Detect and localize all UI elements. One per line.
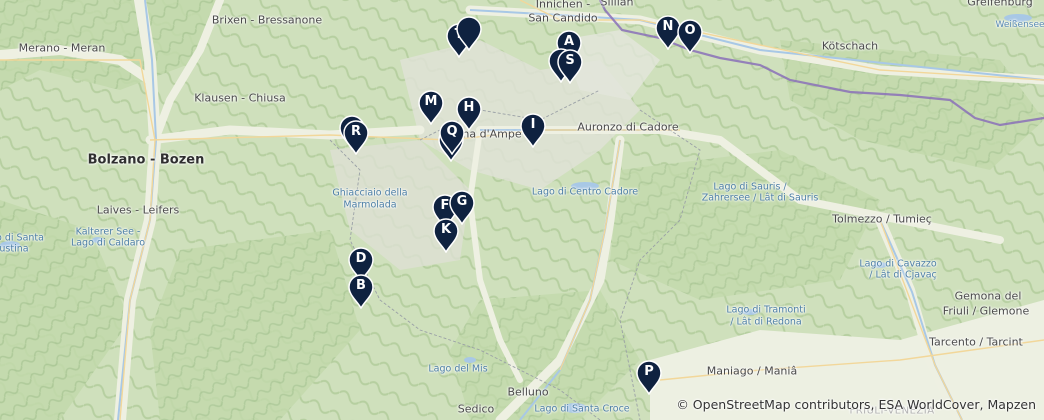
marker-label: H xyxy=(463,100,475,115)
map-canvas[interactable]: Innichen - San Candido Sillian Greifenbu… xyxy=(0,0,1044,420)
marker-label: M xyxy=(424,94,438,109)
map-attribution[interactable]: © OpenStreetMap contributors, ESA WorldC… xyxy=(676,397,1036,412)
terrain-layer xyxy=(0,0,1044,420)
marker-label: G xyxy=(456,194,468,209)
map-marker[interactable]: B xyxy=(347,273,375,309)
marker-label: B xyxy=(356,278,366,293)
marker-label: P xyxy=(644,364,654,379)
map-marker[interactable]: Q xyxy=(438,119,466,155)
map-marker[interactable] xyxy=(455,15,483,51)
marker-label: K xyxy=(440,222,452,237)
marker-label: I xyxy=(530,117,536,132)
map-marker[interactable]: S xyxy=(556,48,584,84)
marker-label: D xyxy=(355,251,367,266)
map-marker[interactable]: I xyxy=(519,112,547,148)
map-marker[interactable]: P xyxy=(635,359,663,395)
marker-label: R xyxy=(350,124,361,139)
map-marker[interactable]: K xyxy=(432,217,460,253)
marker-label: S xyxy=(565,53,575,68)
map-marker[interactable]: O xyxy=(676,18,704,54)
marker-label: O xyxy=(684,23,696,38)
map-marker[interactable]: R xyxy=(342,119,370,155)
marker-label: Q xyxy=(446,124,458,139)
